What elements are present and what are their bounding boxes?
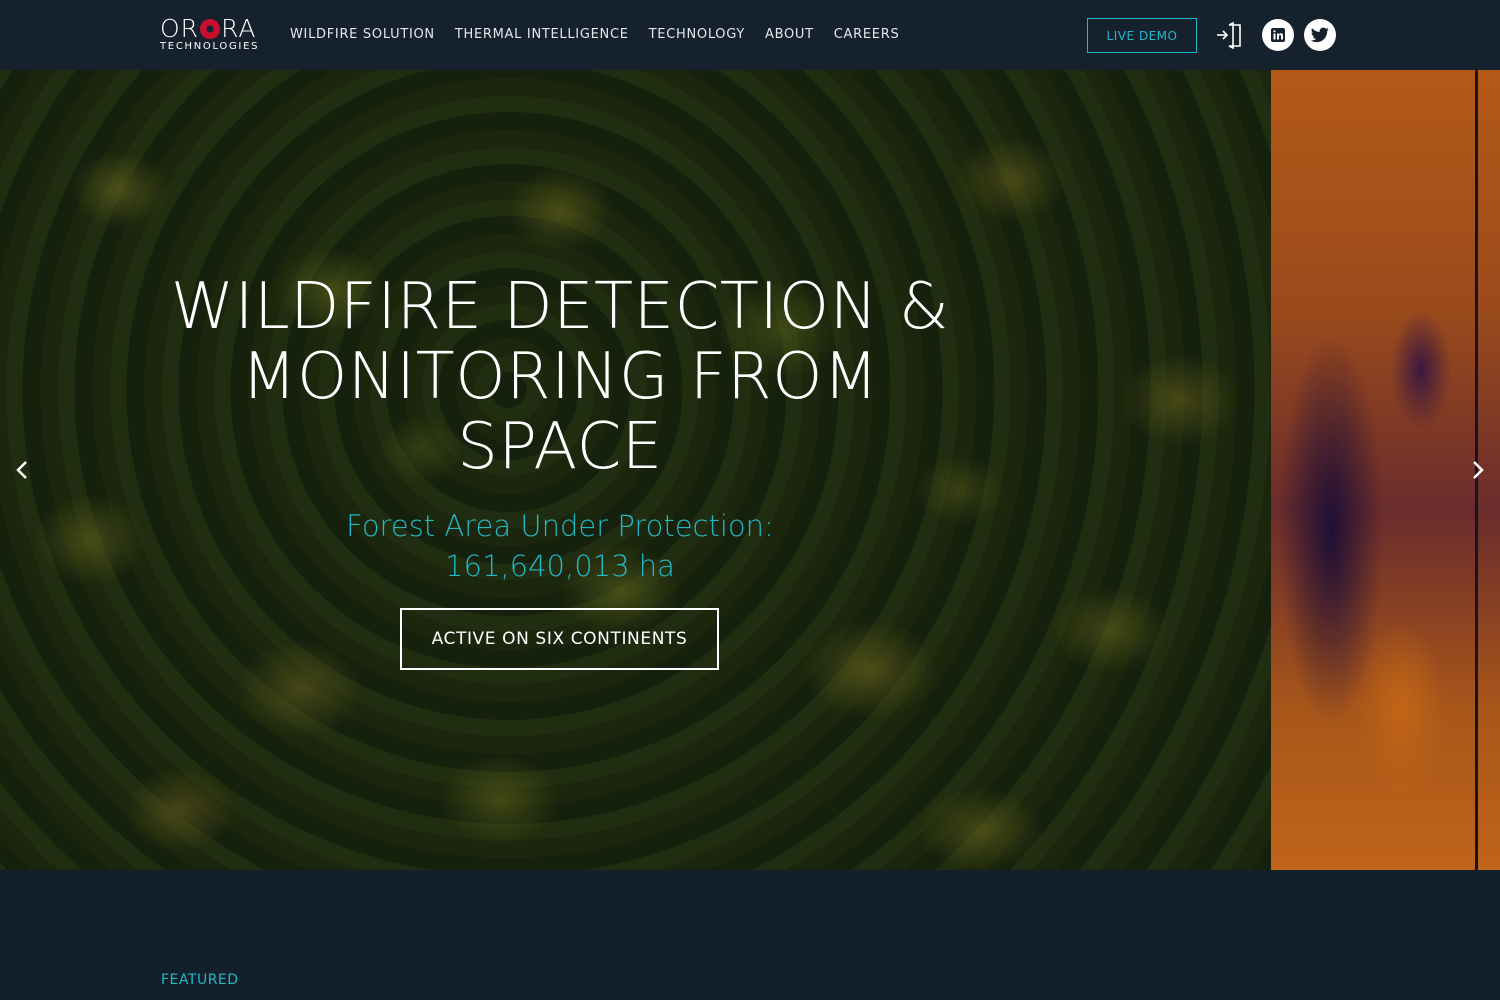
login-icon[interactable] [1215,20,1245,50]
nav-item-thermal-intelligence[interactable]: THERMAL INTELLIGENCE [455,27,629,42]
orora-logo[interactable]: OR RA TECHNOLOGIES [160,16,264,54]
logo-o-mark [200,19,221,39]
active-continents-button[interactable]: ACTIVE ON SIX CONTINENTS [400,608,719,670]
hero-carousel: WILDFIRE DETECTION & MONITORING FROM SPA… [0,70,1500,870]
forest-area-label: Forest Area Under Protection: [346,509,774,543]
linkedin-icon[interactable] [1262,19,1294,51]
twitter-icon[interactable] [1304,19,1336,51]
carousel-next-arrow-icon[interactable] [1468,460,1488,480]
navbar: OR RA TECHNOLOGIES WILDFIRE SOLUTION THER… [0,0,1500,70]
hero-title: WILDFIRE DETECTION & MONITORING FROM SPA… [170,270,950,484]
nav-item-wildfire-solution[interactable]: WILDFIRE SOLUTION [290,27,435,42]
nav-item-about[interactable]: ABOUT [765,27,814,42]
forest-area-counter: Forest Area Under Protection: 161,640,01… [280,506,840,586]
nav-item-careers[interactable]: CAREERS [834,27,900,42]
nav-item-technology[interactable]: TECHNOLOGY [649,27,745,42]
thermal-image-slide [1271,70,1500,870]
featured-section-label: FEATURED [161,972,239,988]
carousel-prev-arrow-icon[interactable] [12,460,32,480]
forest-area-value: 161,640,013 ha [445,549,675,583]
live-demo-button[interactable]: LIVE DEMO [1087,18,1197,53]
main-nav: WILDFIRE SOLUTION THERMAL INTELLIGENCE T… [290,27,899,42]
logo-wordmark: OR RA [160,14,257,43]
logo-subtitle: TECHNOLOGIES [160,41,260,52]
